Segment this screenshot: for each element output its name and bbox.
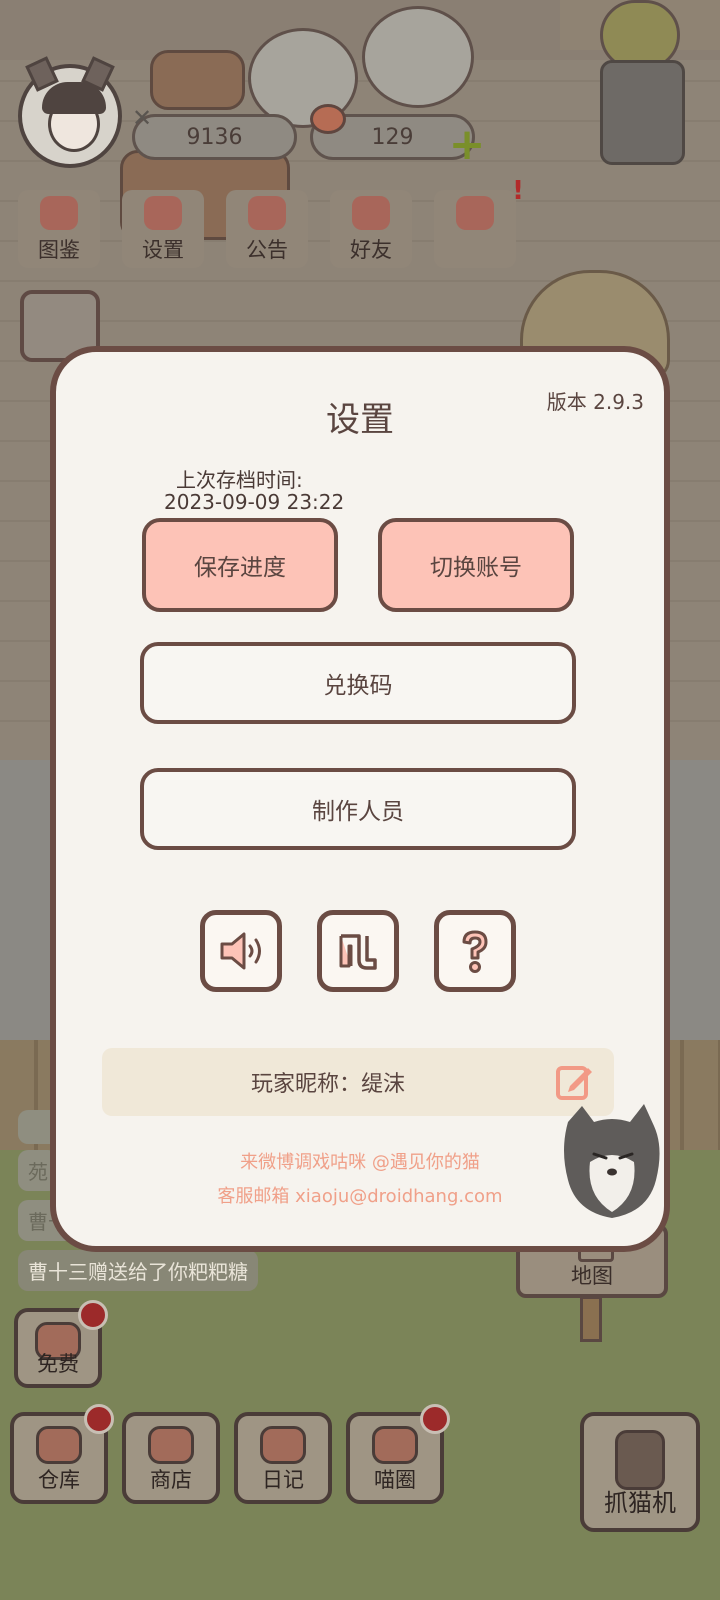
music-toggle[interactable]: [317, 910, 399, 992]
shop-icon: [148, 1426, 194, 1464]
nickname-bar: 玩家昵称：缇沫: [102, 1048, 614, 1116]
notification-dot: [78, 1300, 108, 1330]
credits-button[interactable]: 制作人员: [140, 768, 576, 850]
switch-account-button[interactable]: 切换账号: [378, 518, 574, 612]
last-save-time: 2023-09-09 23:22: [164, 490, 345, 514]
nav-messages[interactable]: !: [434, 176, 524, 268]
cat-sprite[interactable]: [362, 6, 474, 108]
diary-label: 日记: [262, 1468, 304, 1492]
cat-photo-icon: [564, 1104, 660, 1218]
free-button[interactable]: 免费: [14, 1300, 108, 1388]
claw-machine-button[interactable]: 抓猫机: [580, 1412, 700, 1532]
alert-badge-icon: !: [512, 176, 524, 206]
apple-icon: [310, 104, 346, 134]
music-icon: [339, 934, 377, 970]
chat-line: 曹十三赠送给了你粑粑糖: [18, 1250, 258, 1291]
heart-message-icon: [456, 196, 494, 230]
cat-book-icon: [40, 196, 78, 230]
nav-collection[interactable]: 图鉴: [18, 190, 100, 268]
avatar-hair: [42, 82, 106, 114]
stove: [600, 60, 685, 165]
add-currency-button[interactable]: +: [446, 123, 488, 168]
claw-label: 抓猫机: [604, 1489, 676, 1517]
cat-planet-icon: [372, 1426, 418, 1464]
storage-icon: [36, 1426, 82, 1464]
fish-icon: ✕: [132, 104, 153, 132]
gift-icon: [248, 196, 286, 230]
diary-icon: [260, 1426, 306, 1464]
nav-label: 公告: [246, 238, 288, 262]
player-avatar[interactable]: [18, 56, 122, 168]
diary-button[interactable]: 日记: [234, 1412, 332, 1504]
claw-icon: [615, 1430, 665, 1490]
friends-icon: [352, 196, 390, 230]
nav-settings[interactable]: 设置: [122, 190, 204, 268]
top-nav: 图鉴 设置 公告 好友 !: [18, 176, 524, 268]
version-label: 版本 2.9.3: [546, 390, 644, 414]
shop-button[interactable]: 商店: [122, 1412, 220, 1504]
gear-icon: [144, 196, 182, 230]
last-save-label: 上次存档时间:: [176, 468, 303, 492]
sound-icon: [220, 932, 261, 970]
cat-circle-label: 喵圈: [374, 1468, 416, 1492]
nav-announcement[interactable]: 公告: [226, 190, 308, 268]
sign-post: [580, 1296, 602, 1342]
notification-dot: [84, 1404, 114, 1434]
stool: [150, 50, 245, 110]
map-label: 地图: [571, 1264, 613, 1288]
cat-circle-button[interactable]: 喵圈: [346, 1404, 450, 1504]
sound-toggle[interactable]: [200, 910, 282, 992]
save-progress-button[interactable]: 保存进度: [142, 518, 338, 612]
redeem-code-button[interactable]: 兑换码: [140, 642, 576, 724]
free-label: 免费: [37, 1352, 79, 1376]
nav-label: 好友: [350, 238, 392, 262]
player-nickname: 玩家昵称：缇沫: [250, 1072, 405, 1097]
fish-count: 9136: [186, 124, 243, 150]
nav-friends[interactable]: 好友: [330, 190, 412, 268]
fish-currency: 9136: [132, 114, 297, 160]
nav-label: 图鉴: [38, 238, 80, 262]
storage-button[interactable]: 仓库: [10, 1404, 114, 1504]
question-icon: [462, 930, 488, 973]
shop-label: 商店: [150, 1468, 192, 1492]
storage-label: 仓库: [38, 1468, 80, 1492]
apple-count: 129: [371, 124, 414, 150]
notification-dot: [420, 1404, 450, 1434]
help-button[interactable]: [434, 910, 516, 992]
edit-icon[interactable]: [554, 1062, 594, 1102]
nav-label: 设置: [142, 238, 184, 262]
